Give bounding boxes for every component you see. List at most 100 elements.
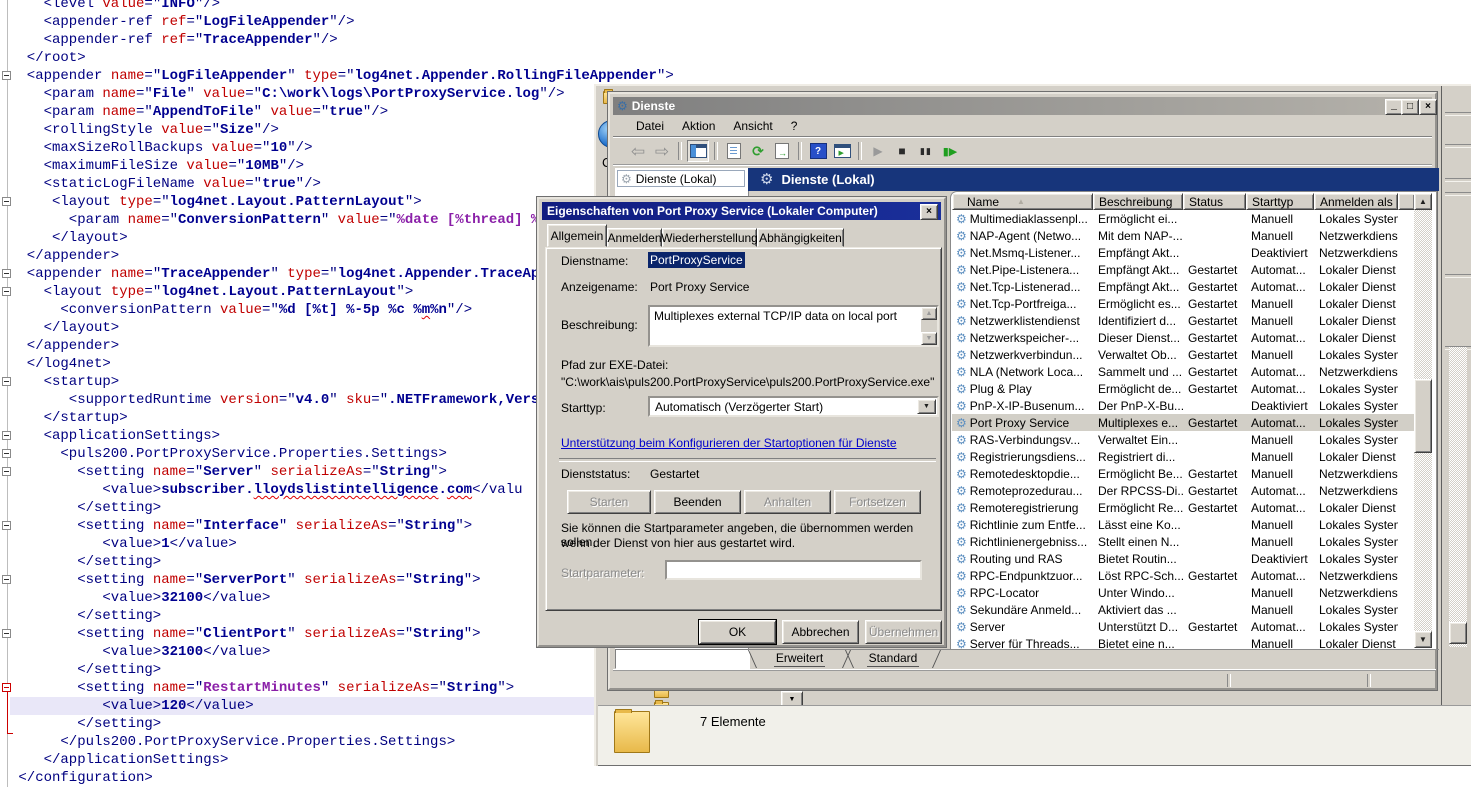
code-line[interactable]: </puls200.PortProxyService.Properties.Se…	[10, 733, 674, 751]
scroll-up-button[interactable]: ▲	[1414, 193, 1432, 210]
fold-marker-icon[interactable]	[2, 269, 11, 278]
properties-dialog[interactable]: Eigenschaften von Port Proxy Service (Lo…	[537, 197, 946, 647]
services-scrollbar[interactable]: ▲ ▼	[1414, 193, 1432, 648]
column-header-status[interactable]: Status	[1183, 193, 1246, 210]
fold-marker-icon[interactable]	[2, 521, 11, 530]
description-field[interactable]: Multiplexes external TCP/IP data on loca…	[648, 305, 939, 347]
tab-wiederherstellung[interactable]: Wiederherstellung	[662, 228, 757, 247]
code-line[interactable]: <level value="INFO"/>	[10, 0, 674, 13]
scrollbar-thumb[interactable]	[1414, 379, 1432, 453]
scroll-down-button[interactable]: ▼	[1414, 631, 1432, 648]
startup-options-link[interactable]: Unterstützung beim Konfigurieren der Sta…	[561, 436, 897, 450]
table-row[interactable]: ⚙RAS-Verbindungsv...Verwaltet Ein...Manu…	[952, 431, 1414, 448]
table-row[interactable]: ⚙Richtlinie zum Entfe...Lässt eine Ko...…	[952, 516, 1414, 533]
restart-service-icon[interactable]: ▮▶	[939, 140, 961, 162]
service-name-value[interactable]: PortProxyService	[648, 252, 745, 268]
table-row[interactable]: ⚙Net.Msmq-Listener...Empfängt Akt...Deak…	[952, 244, 1414, 261]
beenden-button[interactable]: Beenden	[654, 490, 741, 514]
table-row[interactable]: ⚙Remotedesktopdie...Ermöglicht Be...Gest…	[952, 465, 1414, 482]
explorer-scrollbar[interactable]	[1449, 347, 1467, 647]
scrollbar-thumb[interactable]	[1449, 622, 1467, 644]
code-line[interactable]: <maximumFileSize value="10MB"/>	[10, 157, 674, 175]
table-row[interactable]: ⚙Remoteprozedurau...Der RPCSS-Di...Gesta…	[952, 482, 1414, 499]
properties-icon[interactable]	[723, 140, 745, 162]
table-row[interactable]: ⚙Net.Tcp-Portfreiga...Ermöglicht es...Ge…	[952, 295, 1414, 312]
fold-marker-icon[interactable]	[2, 449, 11, 458]
table-row[interactable]: ⚙PnP-X-IP-Busenum...Der PnP-X-Bu...Deakt…	[952, 397, 1414, 414]
scroll-down-icon[interactable]: ▼	[921, 332, 937, 345]
table-row[interactable]: ⚙NAP-Agent (Netwo...Mit dem NAP-...Manue…	[952, 227, 1414, 244]
menu-item-ansicht[interactable]: Ansicht	[724, 117, 781, 135]
close-icon[interactable]: ×	[1419, 99, 1437, 115]
table-row[interactable]: ⚙RPC-LocatorUnter Windo...ManuellNetzwer…	[952, 584, 1414, 601]
fold-marker-icon[interactable]	[2, 629, 11, 638]
start-service-icon[interactable]: ▶	[867, 140, 889, 162]
view-tab-erweitert[interactable]: Erweitert	[756, 650, 843, 667]
pause-service-icon[interactable]: ▮▮	[915, 140, 937, 162]
code-line[interactable]: </root>	[10, 49, 674, 67]
fold-marker-icon[interactable]	[2, 71, 11, 80]
dialog-titlebar[interactable]: Eigenschaften von Port Proxy Service (Lo…	[542, 202, 941, 220]
menu-item-datei[interactable]: Datei	[627, 117, 673, 135]
tab-abhangigkeiten[interactable]: Abhängigkeiten	[757, 228, 844, 247]
chevron-down-icon[interactable]: ▼	[917, 399, 936, 414]
code-line[interactable]: </setting>	[10, 715, 674, 733]
table-row[interactable]: ⚙Routing und RASBietet Routin...Deaktivi…	[952, 550, 1414, 567]
table-row[interactable]: ⚙Sekundäre Anmeld...Aktiviert das ...Man…	[952, 601, 1414, 618]
fold-marker-icon[interactable]	[2, 287, 11, 296]
refresh-icon[interactable]: ⟳	[747, 140, 769, 162]
fold-marker-icon[interactable]	[2, 683, 11, 692]
table-row[interactable]: ⚙Richtlinienergebniss...Stellt einen N..…	[952, 533, 1414, 550]
fold-marker-icon[interactable]	[2, 197, 11, 206]
code-line[interactable]: <appender-ref ref="TraceAppender"/>	[10, 31, 674, 49]
table-row[interactable]: ⚙Netzwerkspeicher-...Dieser Dienst...Ges…	[952, 329, 1414, 346]
scroll-up-icon[interactable]: ▲	[921, 307, 937, 320]
tab-allgemein[interactable]: Allgemein	[547, 224, 607, 247]
code-line[interactable]: </setting>	[10, 661, 674, 679]
table-row[interactable]: ⚙Net.Pipe-Listenera...Empfängt Akt...Ges…	[952, 261, 1414, 278]
table-row[interactable]: ⚙Port Proxy ServiceMultiplexes e...Gesta…	[952, 414, 1414, 431]
stop-service-icon[interactable]: ■	[891, 140, 913, 162]
table-row[interactable]: ⚙ServerUnterstützt D...GestartetAutomat.…	[952, 618, 1414, 635]
menu-item-help[interactable]: ?	[782, 117, 807, 135]
fold-marker-icon[interactable]	[2, 377, 11, 386]
startparams-input[interactable]	[665, 560, 922, 580]
fold-marker-icon[interactable]	[2, 431, 11, 440]
code-line[interactable]: </configuration>	[10, 769, 674, 787]
code-line[interactable]: <param name="AppendToFile" value="true"/…	[10, 103, 674, 121]
fold-marker-icon[interactable]	[2, 467, 11, 476]
maximize-icon[interactable]: □	[1401, 99, 1419, 115]
back-icon[interactable]: ⇦	[627, 140, 649, 162]
code-line[interactable]: <staticLogFileName value="true"/>	[10, 175, 674, 193]
description-scrollbar[interactable]: ▲ ▼	[921, 307, 937, 345]
ok-button[interactable]: OK	[699, 620, 776, 644]
show-console-tree-icon[interactable]	[687, 140, 709, 162]
table-row[interactable]: ⚙RemoteregistrierungErmöglicht Re...Gest…	[952, 499, 1414, 516]
menu-item-aktion[interactable]: Aktion	[673, 117, 724, 135]
code-line[interactable]: <rollingStyle value="Size"/>	[10, 121, 674, 139]
code-line[interactable]: <appender name="LogFileAppender" type="l…	[10, 67, 674, 85]
starttype-select[interactable]: Automatisch (Verzögerter Start) ▼	[648, 396, 939, 417]
table-row[interactable]: ⚙NetzwerklistendienstIdentifiziert d...G…	[952, 312, 1414, 329]
tab-anmelden[interactable]: Anmelden	[607, 228, 662, 247]
table-row[interactable]: ⚙Multimediaklassenpl...Ermöglicht ei...M…	[952, 210, 1414, 227]
table-row[interactable]: ⚙RPC-Endpunktzuor...Löst RPC-Sch...Gesta…	[952, 567, 1414, 584]
table-row[interactable]: ⚙Netzwerkverbindun...Verwaltet Ob...Gest…	[952, 346, 1414, 363]
column-header-anmelden-als[interactable]: Anmelden als	[1314, 193, 1398, 210]
services-titlebar[interactable]: ⚙ Dienste	[613, 97, 1432, 115]
code-line[interactable]: <param name="File" value="C:\work\logs\P…	[10, 85, 674, 103]
code-line[interactable]: <appender-ref ref="LogFileAppender"/>	[10, 13, 674, 31]
column-header-starttyp[interactable]: Starttyp	[1246, 193, 1314, 210]
code-line[interactable]: </applicationSettings>	[10, 751, 674, 769]
help-icon[interactable]: ?	[807, 140, 829, 162]
forward-icon[interactable]: ⇨	[651, 140, 673, 162]
column-header-name[interactable]: Name▲	[952, 193, 1093, 210]
table-row[interactable]: ⚙Server für Threads...Bietet eine n...Ma…	[952, 635, 1414, 649]
cancel-button[interactable]: Abbrechen	[782, 620, 859, 644]
table-row[interactable]: ⚙Plug & PlayErmöglicht de...GestartetAut…	[952, 380, 1414, 397]
export-list-icon[interactable]: →	[771, 140, 793, 162]
table-row[interactable]: ⚙NLA (Network Loca...Sammelt und ...Gest…	[952, 363, 1414, 380]
code-line[interactable]: <setting name="RestartMinutes" serialize…	[10, 679, 674, 697]
code-line[interactable]: <maxSizeRollBackups value="10"/>	[10, 139, 674, 157]
services-list[interactable]: Name▲BeschreibungStatusStarttypAnmelden …	[950, 191, 1436, 649]
